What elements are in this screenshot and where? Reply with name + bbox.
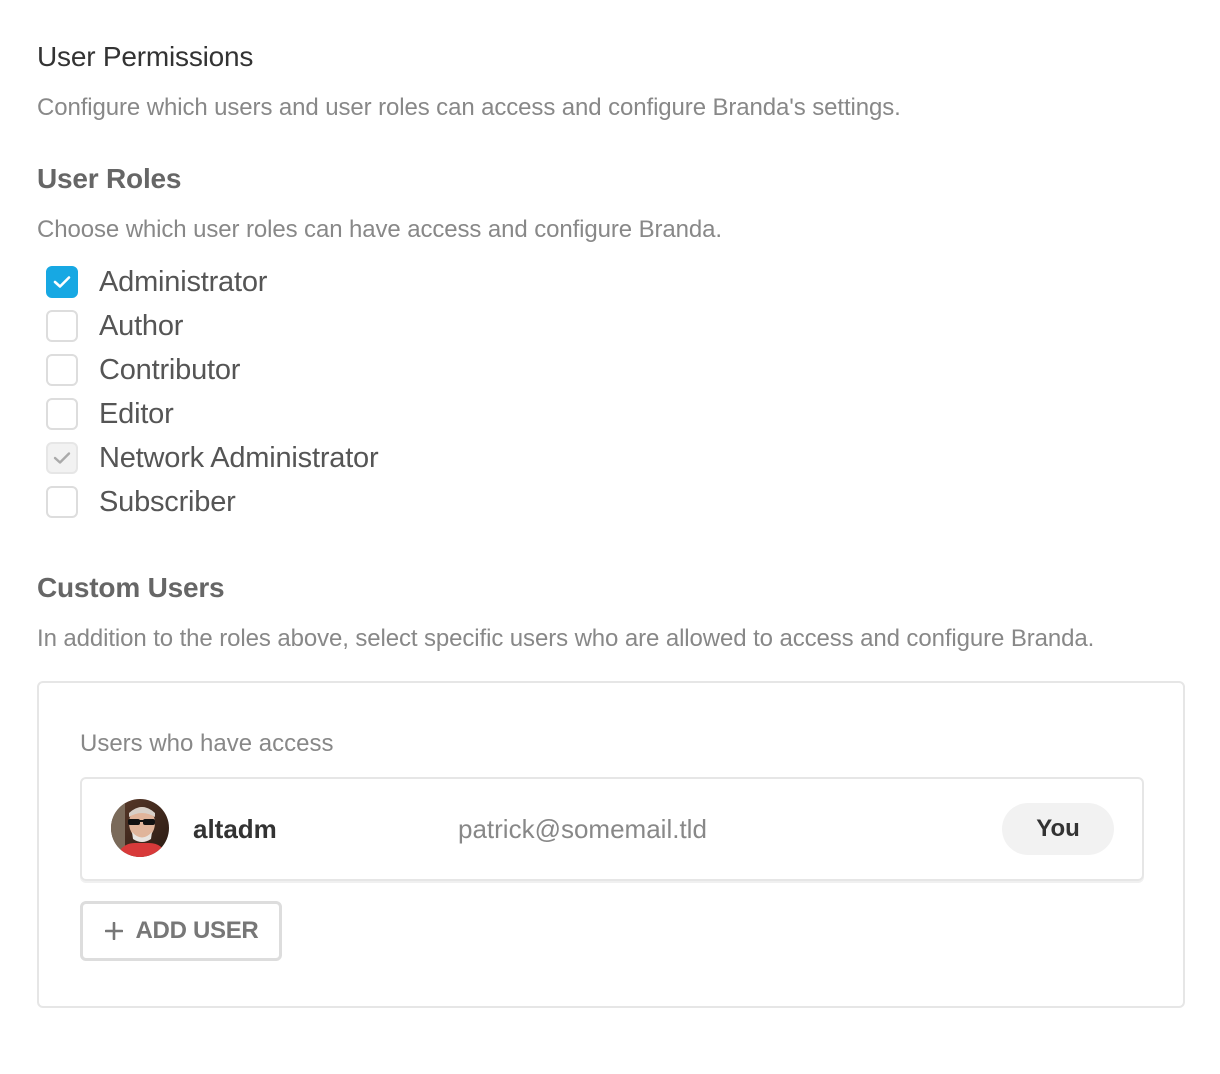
role-label: Network Administrator: [99, 441, 379, 474]
role-label[interactable]: Editor: [99, 398, 174, 431]
user-roles-description: Choose which user roles can have access …: [37, 216, 722, 243]
role-label[interactable]: Contributor: [99, 354, 240, 387]
user-roles-section: User Roles Choose which user roles can h…: [37, 160, 1185, 524]
editor-checkbox[interactable]: [46, 398, 78, 430]
page-title: User Permissions: [37, 41, 254, 72]
avatar: [111, 799, 169, 857]
add-user-button[interactable]: ADD USER: [80, 901, 282, 961]
user-permissions-panel: User Permissions Configure which users a…: [37, 38, 1185, 1008]
checkmark-icon: [53, 276, 71, 288]
custom-users-description: In addition to the roles above, select s…: [37, 625, 1095, 652]
page-description: Configure which users and user roles can…: [37, 94, 901, 121]
network-administrator-checkbox: [46, 442, 78, 474]
user-row: altadm patrick@somemail.tld You: [80, 777, 1144, 881]
role-label[interactable]: Subscriber: [99, 486, 236, 519]
role-item-network-administrator: Network Administrator: [37, 436, 1185, 480]
username: altadm: [193, 814, 277, 844]
custom-users-box: Users who have access altadm patrick@som…: [37, 681, 1185, 1008]
role-label[interactable]: Author: [99, 310, 183, 343]
role-item-administrator[interactable]: Administrator: [37, 260, 1185, 304]
role-item-editor[interactable]: Editor: [37, 392, 1185, 436]
plus-icon: [104, 921, 124, 941]
role-item-author[interactable]: Author: [37, 304, 1185, 348]
role-label[interactable]: Administrator: [99, 266, 267, 299]
user-email: patrick@somemail.tld: [458, 814, 707, 844]
checkmark-icon: [53, 452, 71, 464]
administrator-checkbox[interactable]: [46, 266, 78, 298]
contributor-checkbox[interactable]: [46, 354, 78, 386]
role-checkbox-list: Administrator Author Contributor Editor …: [37, 260, 1185, 524]
current-user-tag: You: [1002, 803, 1114, 855]
subscriber-checkbox[interactable]: [46, 486, 78, 518]
role-item-subscriber[interactable]: Subscriber: [37, 480, 1185, 524]
custom-users-title: Custom Users: [37, 572, 225, 603]
users-list-label: Users who have access: [80, 730, 334, 757]
add-user-label: ADD USER: [135, 917, 259, 944]
custom-users-section: Custom Users In addition to the roles ab…: [37, 569, 1185, 1008]
user-roles-title: User Roles: [37, 163, 182, 194]
role-item-contributor[interactable]: Contributor: [37, 348, 1185, 392]
author-checkbox[interactable]: [46, 310, 78, 342]
